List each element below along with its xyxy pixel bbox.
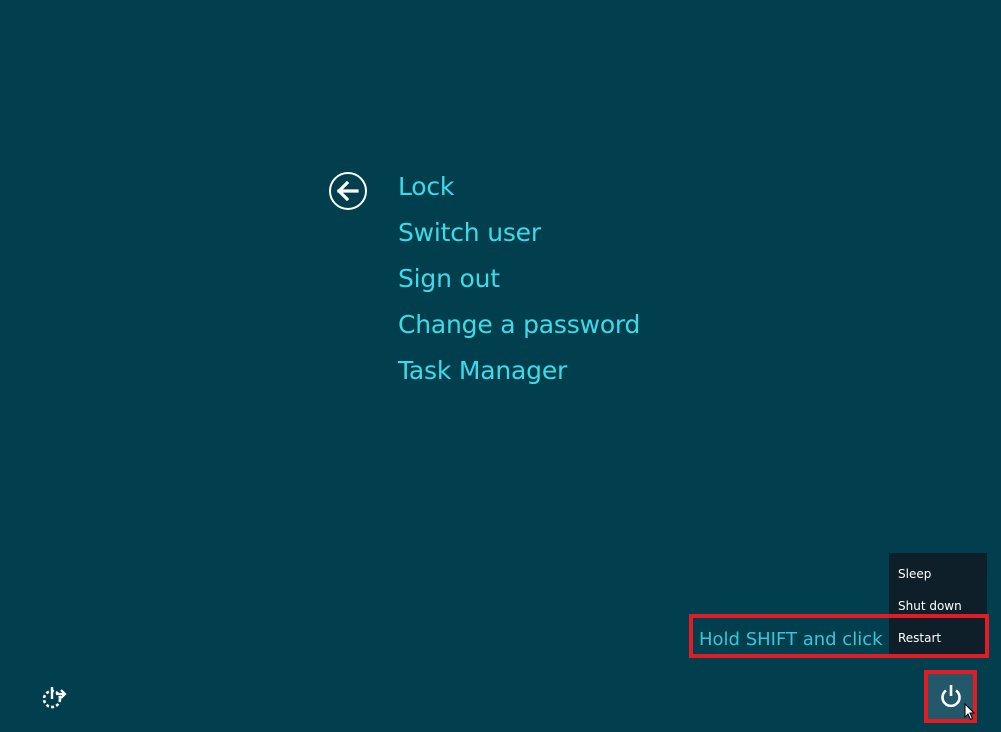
mouse-pointer-icon bbox=[964, 703, 976, 721]
menu-item-task-manager[interactable]: Task Manager bbox=[398, 348, 640, 394]
menu-item-lock[interactable]: Lock bbox=[398, 164, 640, 210]
hint-text: Hold SHIFT and click bbox=[699, 629, 883, 650]
menu-item-change-password[interactable]: Change a password bbox=[398, 302, 640, 348]
power-menu-shut-down[interactable]: Shut down bbox=[898, 599, 962, 613]
options-menu: Lock Switch user Sign out Change a passw… bbox=[398, 164, 640, 394]
power-icon bbox=[940, 684, 961, 707]
power-menu-sleep[interactable]: Sleep bbox=[898, 567, 931, 581]
menu-item-switch-user[interactable]: Switch user bbox=[398, 210, 640, 256]
ease-of-access-icon[interactable] bbox=[40, 686, 68, 710]
back-arrow-icon bbox=[337, 181, 359, 201]
menu-item-sign-out[interactable]: Sign out bbox=[398, 256, 640, 302]
back-button[interactable] bbox=[329, 172, 367, 210]
